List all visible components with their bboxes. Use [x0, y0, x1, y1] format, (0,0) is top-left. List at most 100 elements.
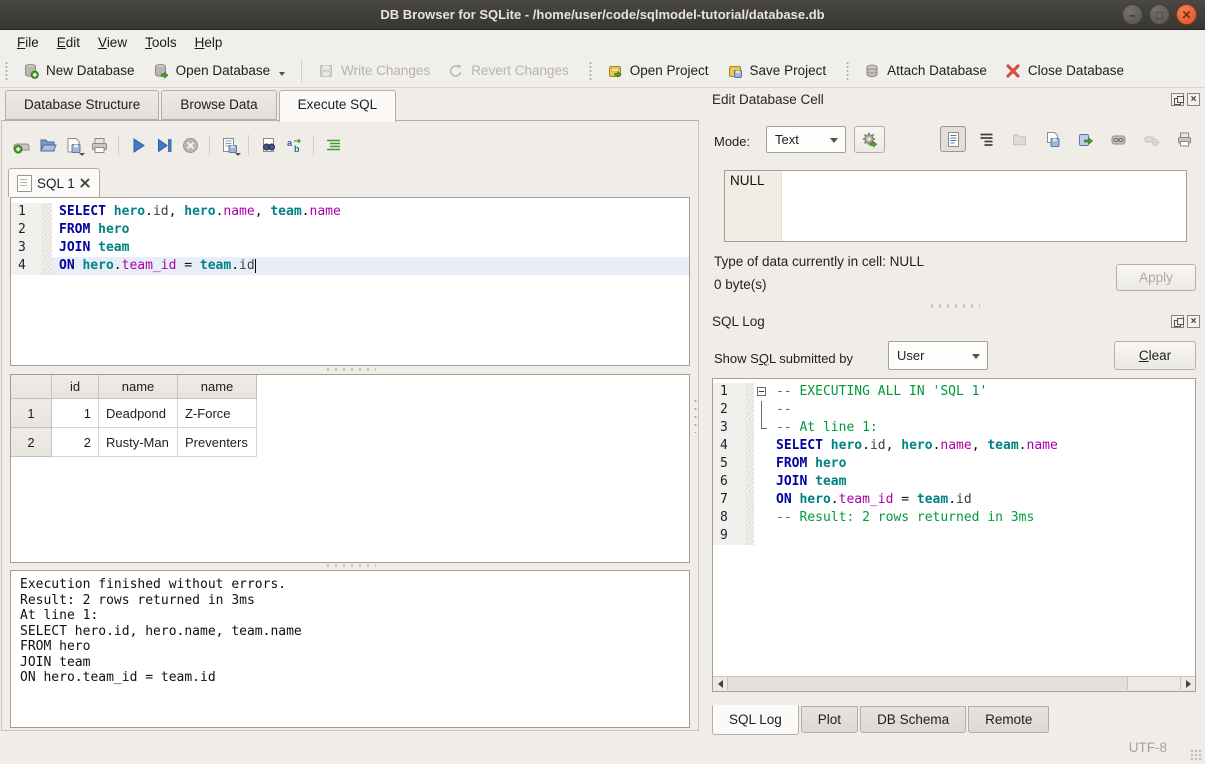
column-header[interactable]: name	[99, 375, 178, 399]
fold-margin[interactable]	[754, 455, 771, 473]
tab-execute-sql[interactable]: Execute SQL	[279, 90, 397, 122]
fold-margin[interactable]	[754, 401, 771, 419]
open-sql-file-button[interactable]	[34, 132, 60, 158]
apply-button[interactable]: Apply	[1116, 264, 1196, 291]
menu-item-help[interactable]: Help	[186, 33, 232, 52]
pane-splitter[interactable]	[692, 395, 699, 435]
scrollbar-thumb[interactable]	[727, 677, 1128, 690]
save-results-button[interactable]	[216, 132, 242, 158]
code-line[interactable]: 8-- Result: 2 rows returned in 3ms	[713, 509, 1195, 527]
attach-database-button[interactable]: Attach Database	[855, 59, 996, 83]
close-log-panel-icon[interactable]: ×	[1187, 315, 1200, 328]
close-database-button[interactable]: Close Database	[996, 59, 1133, 83]
right-splitter[interactable]	[928, 304, 980, 308]
float-log-panel-icon[interactable]	[1171, 315, 1184, 328]
open-database-dropdown-caret[interactable]	[279, 72, 285, 76]
menu-item-file[interactable]: File	[8, 33, 48, 52]
table-cell[interactable]: 2	[52, 428, 99, 457]
text-mode-button[interactable]	[940, 126, 966, 152]
resize-grip[interactable]	[1190, 749, 1202, 761]
code-line[interactable]: 5FROM hero	[713, 455, 1195, 473]
copy-link-button[interactable]	[1105, 126, 1131, 152]
sql-file-tab[interactable]: SQL 1	[8, 168, 100, 197]
code-line[interactable]: 2FROM hero	[11, 221, 689, 239]
fold-margin[interactable]	[754, 473, 771, 491]
code-line[interactable]: 4ON hero.team_id = team.id	[11, 257, 689, 275]
tab-database-structure[interactable]: Database Structure	[5, 90, 159, 120]
save-sql-dropdown-caret[interactable]	[79, 153, 85, 156]
corner-header[interactable]	[11, 375, 52, 399]
revert-changes-button[interactable]: Revert Changes	[439, 59, 578, 83]
cell-editor[interactable]: NULL	[724, 170, 1187, 242]
sql-log-view[interactable]: 1-- EXECUTING ALL IN 'SQL 1'2--3-- At li…	[712, 378, 1196, 692]
open-project-button[interactable]: Open Project	[598, 59, 718, 83]
code-line[interactable]: 9	[713, 527, 1195, 545]
save-cell-data-button[interactable]	[1039, 126, 1065, 152]
column-header[interactable]: name	[178, 375, 257, 399]
log-horizontal-scrollbar[interactable]	[713, 676, 1195, 691]
save-results-dropdown-caret[interactable]	[235, 153, 241, 156]
save-sql-file-button[interactable]	[60, 132, 86, 158]
fold-margin[interactable]	[754, 437, 771, 455]
table-cell[interactable]: Rusty-Man	[99, 428, 178, 457]
code-line[interactable]: 2--	[713, 401, 1195, 419]
open-cell-data-button[interactable]	[1006, 126, 1032, 152]
find-button[interactable]	[255, 132, 281, 158]
close-sql-tab-icon[interactable]	[80, 178, 90, 188]
table-cell[interactable]: Z-Force	[178, 399, 257, 428]
new-database-button[interactable]: New Database	[14, 59, 144, 83]
execute-line-button[interactable]	[151, 132, 177, 158]
code-line[interactable]: 4SELECT hero.id, hero.name, team.name	[713, 437, 1195, 455]
close-button[interactable]: ✕	[1176, 4, 1197, 25]
word-wrap-button[interactable]	[973, 126, 999, 152]
code-line[interactable]: 1-- EXECUTING ALL IN 'SQL 1'	[713, 383, 1195, 401]
fold-margin[interactable]	[754, 509, 771, 527]
message-splitter[interactable]	[10, 562, 690, 569]
open-database-button[interactable]: Open Database	[144, 59, 295, 83]
execute-all-button[interactable]	[125, 132, 151, 158]
scroll-left-icon[interactable]	[713, 677, 728, 690]
tab-plot[interactable]: Plot	[801, 706, 858, 733]
import-data-button[interactable]	[854, 126, 885, 153]
code-line[interactable]: 7ON hero.team_id = team.id	[713, 491, 1195, 509]
tab-remote[interactable]: Remote	[968, 706, 1049, 733]
code-line[interactable]: 3JOIN team	[11, 239, 689, 257]
maximize-button[interactable]: □	[1149, 4, 1170, 25]
table-cell[interactable]: Deadpond	[99, 399, 178, 428]
fold-collapse-icon[interactable]	[757, 387, 766, 396]
log-filter-combobox[interactable]: User	[888, 341, 988, 370]
set-null-button[interactable]	[1138, 126, 1164, 152]
tab-browse-data[interactable]: Browse Data	[161, 90, 276, 120]
close-panel-icon[interactable]: ×	[1187, 93, 1200, 106]
replace-button[interactable]: ab	[281, 132, 307, 158]
minimize-button[interactable]: –	[1122, 4, 1143, 25]
table-cell[interactable]: Preventers	[178, 428, 257, 457]
menu-item-view[interactable]: View	[89, 33, 136, 52]
export-cell-data-button[interactable]	[1072, 126, 1098, 152]
print-cell-button[interactable]	[1171, 126, 1197, 152]
menu-item-edit[interactable]: Edit	[48, 33, 89, 52]
fold-margin[interactable]	[754, 491, 771, 509]
scroll-right-icon[interactable]	[1180, 677, 1195, 690]
menu-item-tools[interactable]: Tools	[136, 33, 186, 52]
mode-combobox[interactable]: Text	[766, 126, 846, 153]
tab-db-schema[interactable]: DB Schema	[860, 706, 966, 733]
write-changes-button[interactable]: Write Changes	[309, 59, 439, 83]
float-panel-icon[interactable]	[1171, 93, 1184, 106]
fold-margin[interactable]	[754, 527, 771, 545]
column-header[interactable]: id	[52, 375, 99, 399]
sql-editor[interactable]: 1SELECT hero.id, hero.name, team.name2FR…	[10, 197, 690, 366]
format-sql-button[interactable]	[320, 132, 346, 158]
code-line[interactable]: 1SELECT hero.id, hero.name, team.name	[11, 203, 689, 221]
row-header[interactable]: 1	[11, 399, 52, 428]
fold-margin[interactable]	[754, 419, 771, 437]
new-sql-tab-button[interactable]	[8, 132, 34, 158]
row-header[interactable]: 2	[11, 428, 52, 457]
fold-margin[interactable]	[754, 383, 771, 401]
stop-button[interactable]	[177, 132, 203, 158]
save-project-button[interactable]: Save Project	[718, 59, 836, 83]
clear-log-button[interactable]: Clear	[1114, 341, 1196, 370]
code-line[interactable]: 3-- At line 1:	[713, 419, 1195, 437]
code-line[interactable]: 6JOIN team	[713, 473, 1195, 491]
encoding-indicator[interactable]: UTF-8	[1129, 740, 1167, 755]
